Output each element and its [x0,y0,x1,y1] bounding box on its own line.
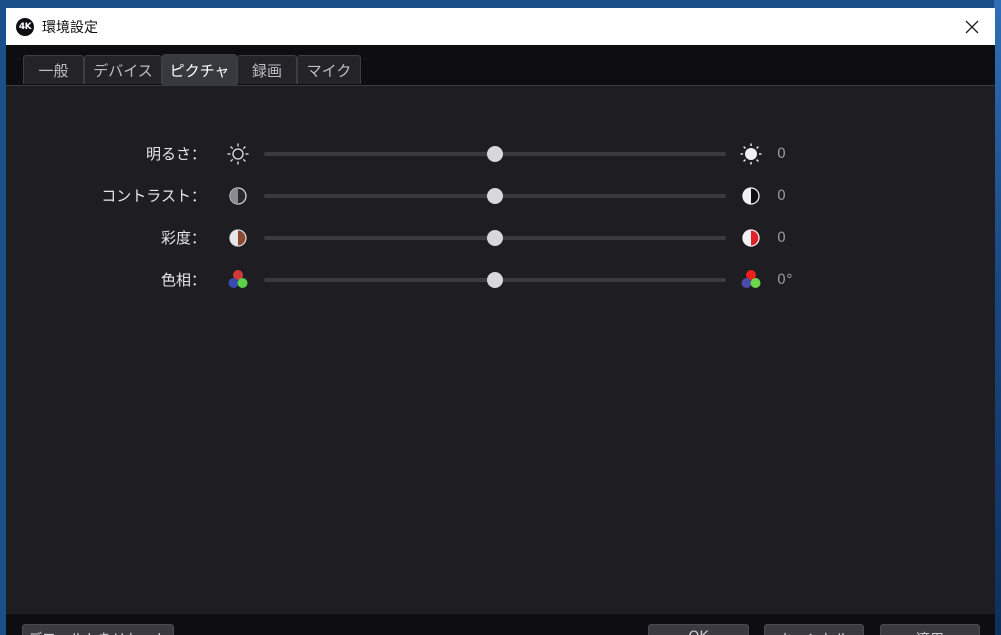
hue-value: 0° [777,272,793,288]
app-logo-icon: 4K [16,17,34,36]
hue-label: 色相： [160,271,206,289]
saturation-slider-thumb[interactable] [487,230,503,246]
tab-microphone[interactable]: マイク [297,55,361,84]
picture-settings-panel: 明るさ： 0 コントラスト： 0 彩度： 0 色相： 0° [6,86,995,614]
contrast-value: 0 [777,188,786,204]
contrast-row: コントラスト： 0 [6,184,995,208]
hue-slider-thumb[interactable] [487,272,503,288]
sun-outline-icon [227,143,249,165]
brightness-slider[interactable] [264,146,726,162]
sun-filled-icon [740,143,762,165]
saturation-slider[interactable] [264,230,726,246]
tab-bar: 一般 デバイス ピクチャ 録画 マイク [6,45,995,86]
hue-row: 色相： 0° [6,268,995,292]
ok-button[interactable]: OK [648,624,749,635]
contrast-label: コントラスト： [101,187,206,205]
tab-picture[interactable]: ピクチャ [162,54,237,85]
desktop-background [994,0,1001,635]
contrast-low-icon [229,187,247,205]
brightness-slider-thumb[interactable] [487,146,503,162]
apply-button[interactable]: 適用 [880,624,980,635]
hue-slider[interactable] [264,272,726,288]
brightness-row: 明るさ： 0 [6,142,995,166]
contrast-slider-thumb[interactable] [487,188,503,204]
hue-dots-shifted-icon [741,270,761,288]
tab-recording[interactable]: 録画 [237,55,297,84]
tab-devices[interactable]: デバイス [84,55,162,84]
brightness-value: 0 [777,146,786,162]
contrast-slider[interactable] [264,188,726,204]
tab-general[interactable]: 一般 [23,55,84,84]
reset-defaults-button[interactable]: デフォルトをリセット [22,624,174,635]
brightness-label: 明るさ： [145,145,206,163]
window-title: 環境設定 [42,19,98,36]
saturation-row: 彩度： 0 [6,226,995,250]
close-icon [965,20,979,33]
saturation-value: 0 [777,230,786,246]
cancel-button[interactable]: キャンセル [764,624,864,635]
hue-dots-icon [228,270,248,288]
saturation-high-icon [742,229,760,247]
preferences-window: 4K 環境設定 一般 デバイス ピクチャ 録画 マイク 明るさ： 0 コントラス… [6,8,995,635]
saturation-label: 彩度： [160,229,206,247]
contrast-high-icon [742,187,760,205]
saturation-low-icon [229,229,247,247]
close-button[interactable] [949,8,995,45]
title-bar: 4K 環境設定 [6,8,995,45]
dialog-footer: デフォルトをリセット OK キャンセル 適用 [6,614,995,635]
